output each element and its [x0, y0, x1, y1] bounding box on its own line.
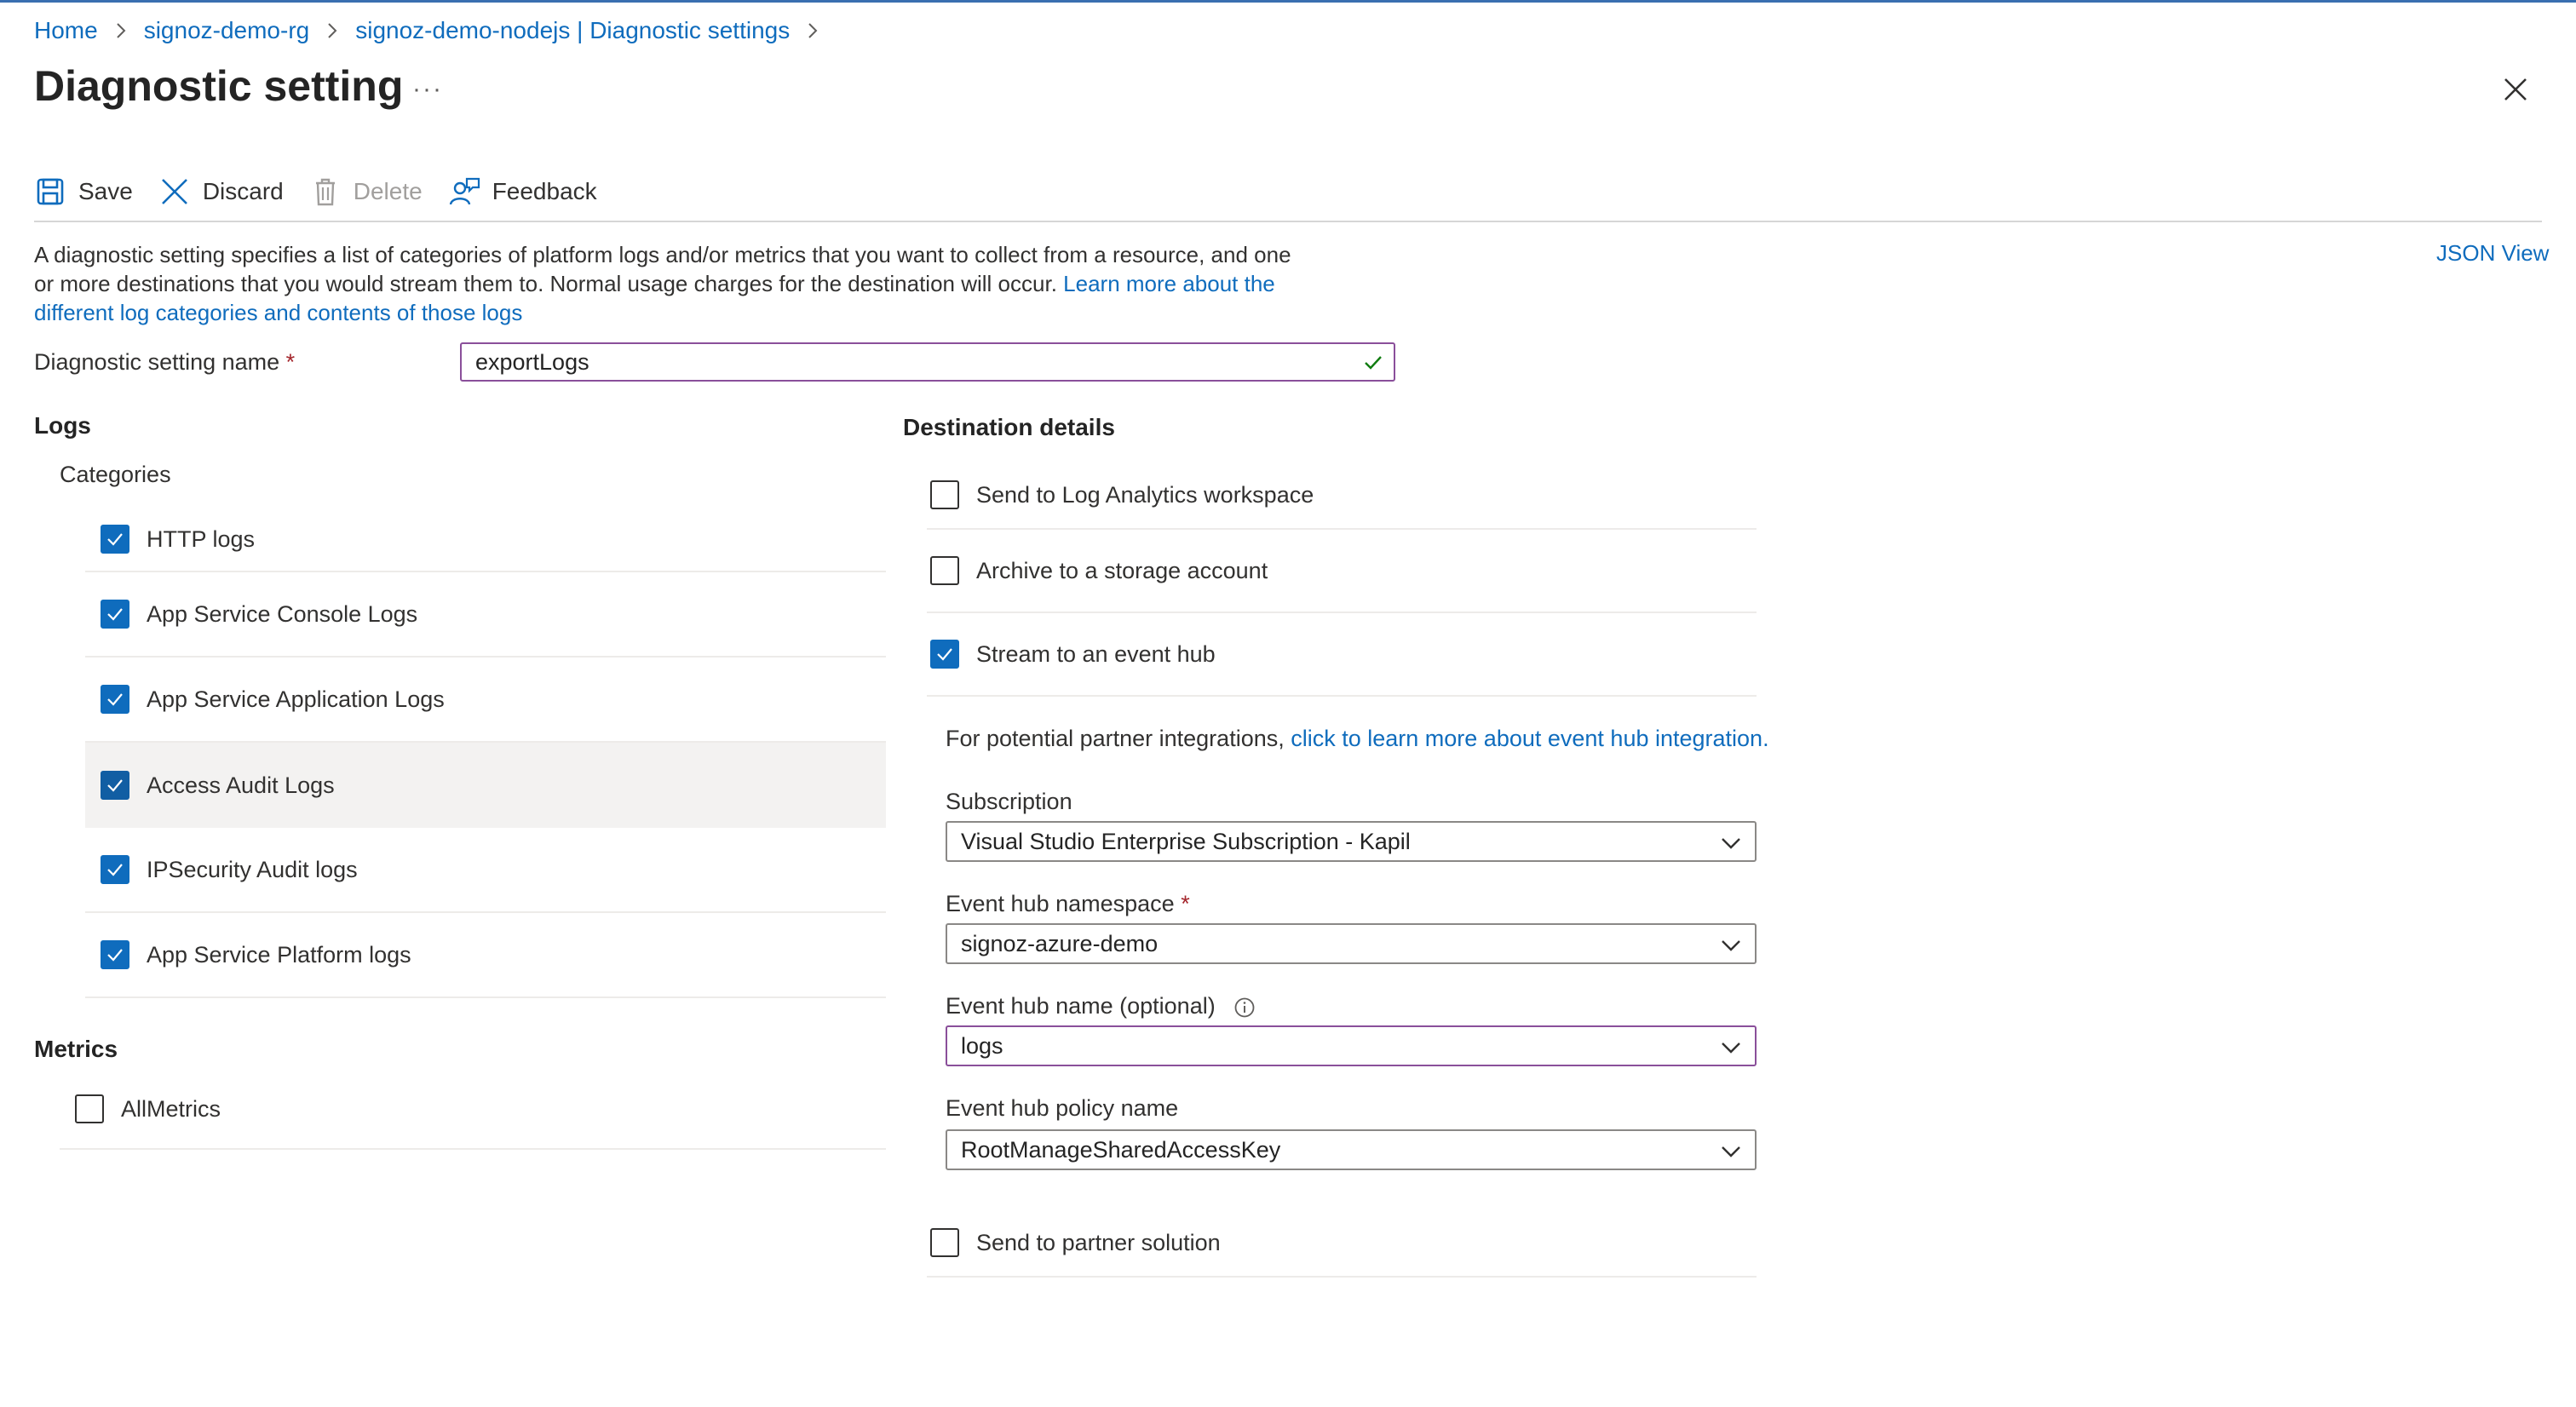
breadcrumb-home[interactable]: Home — [34, 17, 98, 44]
description: A diagnostic setting specifies a list of… — [34, 240, 1295, 327]
feedback-icon — [449, 177, 480, 205]
subscription-value: Visual Studio Enterprise Subscription - … — [961, 828, 1411, 854]
dest-option-label: Send to partner solution — [976, 1229, 1221, 1255]
hub-name-label-text: Event hub name (optional) — [946, 993, 1216, 1019]
info-icon[interactable] — [1233, 996, 1256, 1019]
checkbox-checked-icon[interactable] — [101, 685, 129, 714]
metric-all-metrics[interactable]: AllMetrics — [60, 1070, 886, 1150]
delete-button[interactable]: Delete — [309, 175, 423, 208]
log-category-label: IPSecurity Audit logs — [147, 856, 358, 882]
feedback-button[interactable]: Feedback — [448, 175, 597, 208]
checkbox-unchecked-icon[interactable] — [75, 1094, 104, 1123]
log-category-label: App Service Application Logs — [147, 686, 445, 712]
chevron-down-icon — [1722, 838, 1740, 849]
breadcrumb-resource-group[interactable]: signoz-demo-rg — [144, 17, 310, 44]
log-category-platform-logs[interactable]: App Service Platform logs — [85, 913, 886, 998]
checkbox-unchecked-icon[interactable] — [930, 1228, 959, 1257]
command-bar: Save Discard Delete Feedback — [34, 170, 623, 213]
dest-event-hub[interactable]: Stream to an event hub — [927, 613, 1757, 697]
log-category-ipsecurity-audit-logs[interactable]: IPSecurity Audit logs — [85, 828, 886, 913]
breadcrumb: Home signoz-demo-rg signoz-demo-nodejs |… — [34, 17, 836, 44]
logs-section-title: Logs — [34, 412, 91, 439]
chevron-down-icon — [1722, 1042, 1740, 1054]
required-mark: * — [285, 349, 296, 375]
log-category-access-audit-logs[interactable]: Access Audit Logs — [85, 743, 886, 828]
chevron-right-icon — [808, 23, 818, 38]
hub-name-value: logs — [961, 1032, 1003, 1059]
checkbox-unchecked-icon[interactable] — [930, 556, 959, 585]
chevron-right-icon — [328, 23, 337, 38]
categories-label: Categories — [60, 462, 171, 487]
log-category-application-logs[interactable]: App Service Application Logs — [85, 658, 886, 743]
metrics-section-title: Metrics — [34, 1036, 118, 1062]
setting-name-value: exportLogs — [475, 348, 589, 375]
page-title: Diagnostic setting — [34, 62, 404, 110]
partner-integration-text: For potential partner integrations, clic… — [946, 726, 1769, 752]
checkbox-checked-icon[interactable] — [101, 771, 129, 800]
namespace-value: signoz-azure-demo — [961, 930, 1159, 956]
required-mark: * — [1181, 891, 1190, 916]
log-category-label: Access Audit Logs — [147, 772, 335, 798]
dest-partner-solution[interactable]: Send to partner solution — [927, 1209, 1757, 1278]
close-icon[interactable] — [2501, 75, 2530, 104]
discard-button[interactable]: Discard — [158, 175, 284, 208]
checkbox-checked-icon[interactable] — [101, 855, 129, 884]
save-icon — [37, 178, 64, 205]
feedback-label: Feedback — [492, 178, 597, 204]
hub-name-dropdown[interactable]: logs — [946, 1025, 1757, 1066]
trash-icon — [315, 178, 335, 206]
subscription-dropdown[interactable]: Visual Studio Enterprise Subscription - … — [946, 821, 1757, 862]
namespace-label: Event hub namespace * — [946, 891, 1190, 917]
checkbox-checked-icon[interactable] — [101, 600, 129, 629]
subscription-label: Subscription — [946, 789, 1072, 814]
discard-icon — [161, 179, 187, 204]
partner-text: For potential partner integrations, — [946, 726, 1291, 751]
chevron-down-icon — [1722, 1146, 1740, 1157]
toolbar-divider — [34, 221, 2542, 222]
log-category-http-logs[interactable]: HTTP logs — [85, 508, 886, 572]
log-category-label: HTTP logs — [147, 525, 256, 552]
setting-name-input[interactable]: exportLogs — [460, 342, 1395, 382]
log-category-label: App Service Console Logs — [147, 600, 418, 627]
save-label: Save — [78, 178, 133, 204]
chevron-right-icon — [116, 23, 126, 38]
dest-log-analytics[interactable]: Send to Log Analytics workspace — [927, 462, 1757, 530]
breadcrumb-diagnostic-settings[interactable]: signoz-demo-nodejs | Diagnostic settings — [355, 17, 790, 44]
chevron-down-icon — [1722, 940, 1740, 951]
hub-name-label: Event hub name (optional) — [946, 993, 1256, 1019]
checkbox-checked-icon[interactable] — [930, 640, 959, 669]
checkbox-checked-icon[interactable] — [101, 940, 129, 969]
top-accent-line — [0, 0, 2576, 3]
policy-label: Event hub policy name — [946, 1095, 1179, 1121]
json-view-link[interactable]: JSON View — [2436, 240, 2549, 267]
policy-value: RootManageSharedAccessKey — [961, 1136, 1281, 1163]
destination-section-title: Destination details — [903, 414, 1115, 440]
more-options-icon[interactable]: ··· — [412, 75, 443, 104]
save-button[interactable]: Save — [34, 175, 133, 208]
metric-label: AllMetrics — [121, 1095, 221, 1122]
namespace-label-text: Event hub namespace — [946, 891, 1175, 916]
event-hub-integration-link[interactable]: click to learn more about event hub inte… — [1291, 726, 1768, 751]
checkbox-unchecked-icon[interactable] — [930, 480, 959, 509]
dest-option-label: Archive to a storage account — [976, 557, 1268, 583]
dest-storage-account[interactable]: Archive to a storage account — [927, 530, 1757, 613]
discard-label: Discard — [202, 178, 284, 204]
dest-option-label: Send to Log Analytics workspace — [976, 481, 1314, 508]
namespace-dropdown[interactable]: signoz-azure-demo — [946, 923, 1757, 964]
setting-name-label-text: Diagnostic setting name — [34, 349, 280, 375]
valid-check-icon — [1365, 356, 1382, 370]
dest-option-label: Stream to an event hub — [976, 640, 1216, 667]
policy-dropdown[interactable]: RootManageSharedAccessKey — [946, 1129, 1757, 1170]
checkbox-checked-icon[interactable] — [101, 525, 129, 554]
log-category-console-logs[interactable]: App Service Console Logs — [85, 572, 886, 658]
delete-label: Delete — [353, 178, 423, 204]
log-category-label: App Service Platform logs — [147, 941, 411, 968]
setting-name-label: Diagnostic setting name * — [34, 349, 295, 376]
